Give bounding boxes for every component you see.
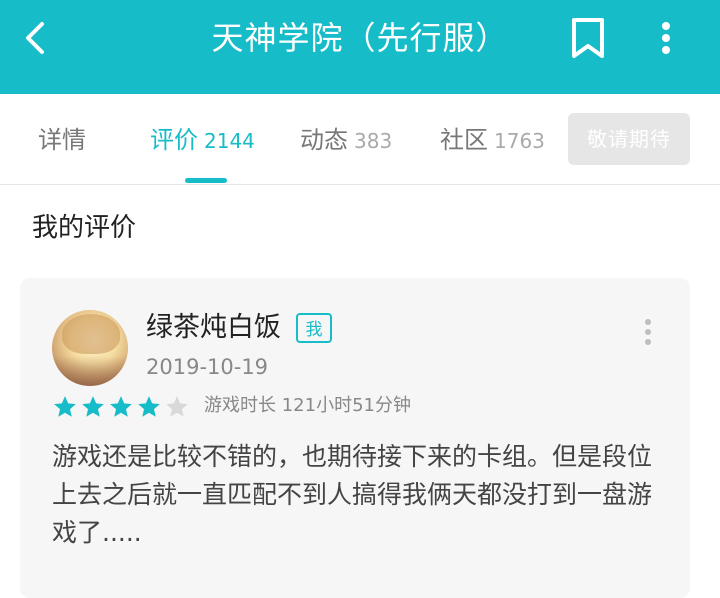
tab-count: 1763: [494, 129, 545, 153]
tab-label: 详情: [38, 126, 86, 154]
review-date: 2019-10-19: [146, 355, 269, 379]
tab-count: 2144: [204, 129, 255, 153]
tab-label: 动态: [300, 126, 348, 154]
tab-count: 383: [354, 129, 393, 153]
bookmark-icon[interactable]: [566, 14, 610, 62]
active-tab-indicator: [185, 178, 227, 183]
page-title: 天神学院（先行服）: [211, 19, 509, 57]
review-card: 绿茶炖白饭 我 2019-10-19 游戏时长 121小时51分钟 游戏还是比较…: [20, 278, 690, 598]
star-filled-icon: [82, 396, 104, 417]
coming-soon-button[interactable]: 敬请期待: [568, 113, 690, 165]
section-title: 我的评价: [32, 213, 137, 243]
tab-reviews[interactable]: 评价 2144: [150, 120, 255, 160]
review-more-icon[interactable]: [636, 314, 660, 350]
tab-community[interactable]: 社区 1763: [440, 120, 545, 160]
rating-stars: [52, 394, 190, 418]
more-vertical-icon[interactable]: [648, 14, 684, 62]
tab-label: 社区: [440, 126, 488, 154]
star-filled-icon: [110, 396, 132, 417]
review-username[interactable]: 绿茶炖白饭: [146, 308, 281, 348]
avatar-shade: [52, 356, 128, 386]
tab-label: 评价: [150, 126, 198, 154]
tab-updates[interactable]: 动态 383: [300, 120, 392, 160]
avatar[interactable]: [52, 310, 128, 386]
review-text: 游戏还是比较不错的，也期待接下来的卡组。但是段位上去之后就一直匹配不到人搞得我俩…: [52, 442, 653, 547]
avatar-hair-shape: [62, 314, 120, 354]
star-filled-icon: [138, 396, 160, 417]
playtime: 游戏时长 121小时51分钟: [204, 395, 411, 416]
star-filled-icon: [54, 396, 76, 417]
app-bar: 天神学院（先行服）: [0, 0, 720, 94]
star-empty-icon: [166, 396, 188, 417]
me-badge: 我: [296, 313, 332, 343]
tab-details[interactable]: 详情: [38, 120, 86, 160]
